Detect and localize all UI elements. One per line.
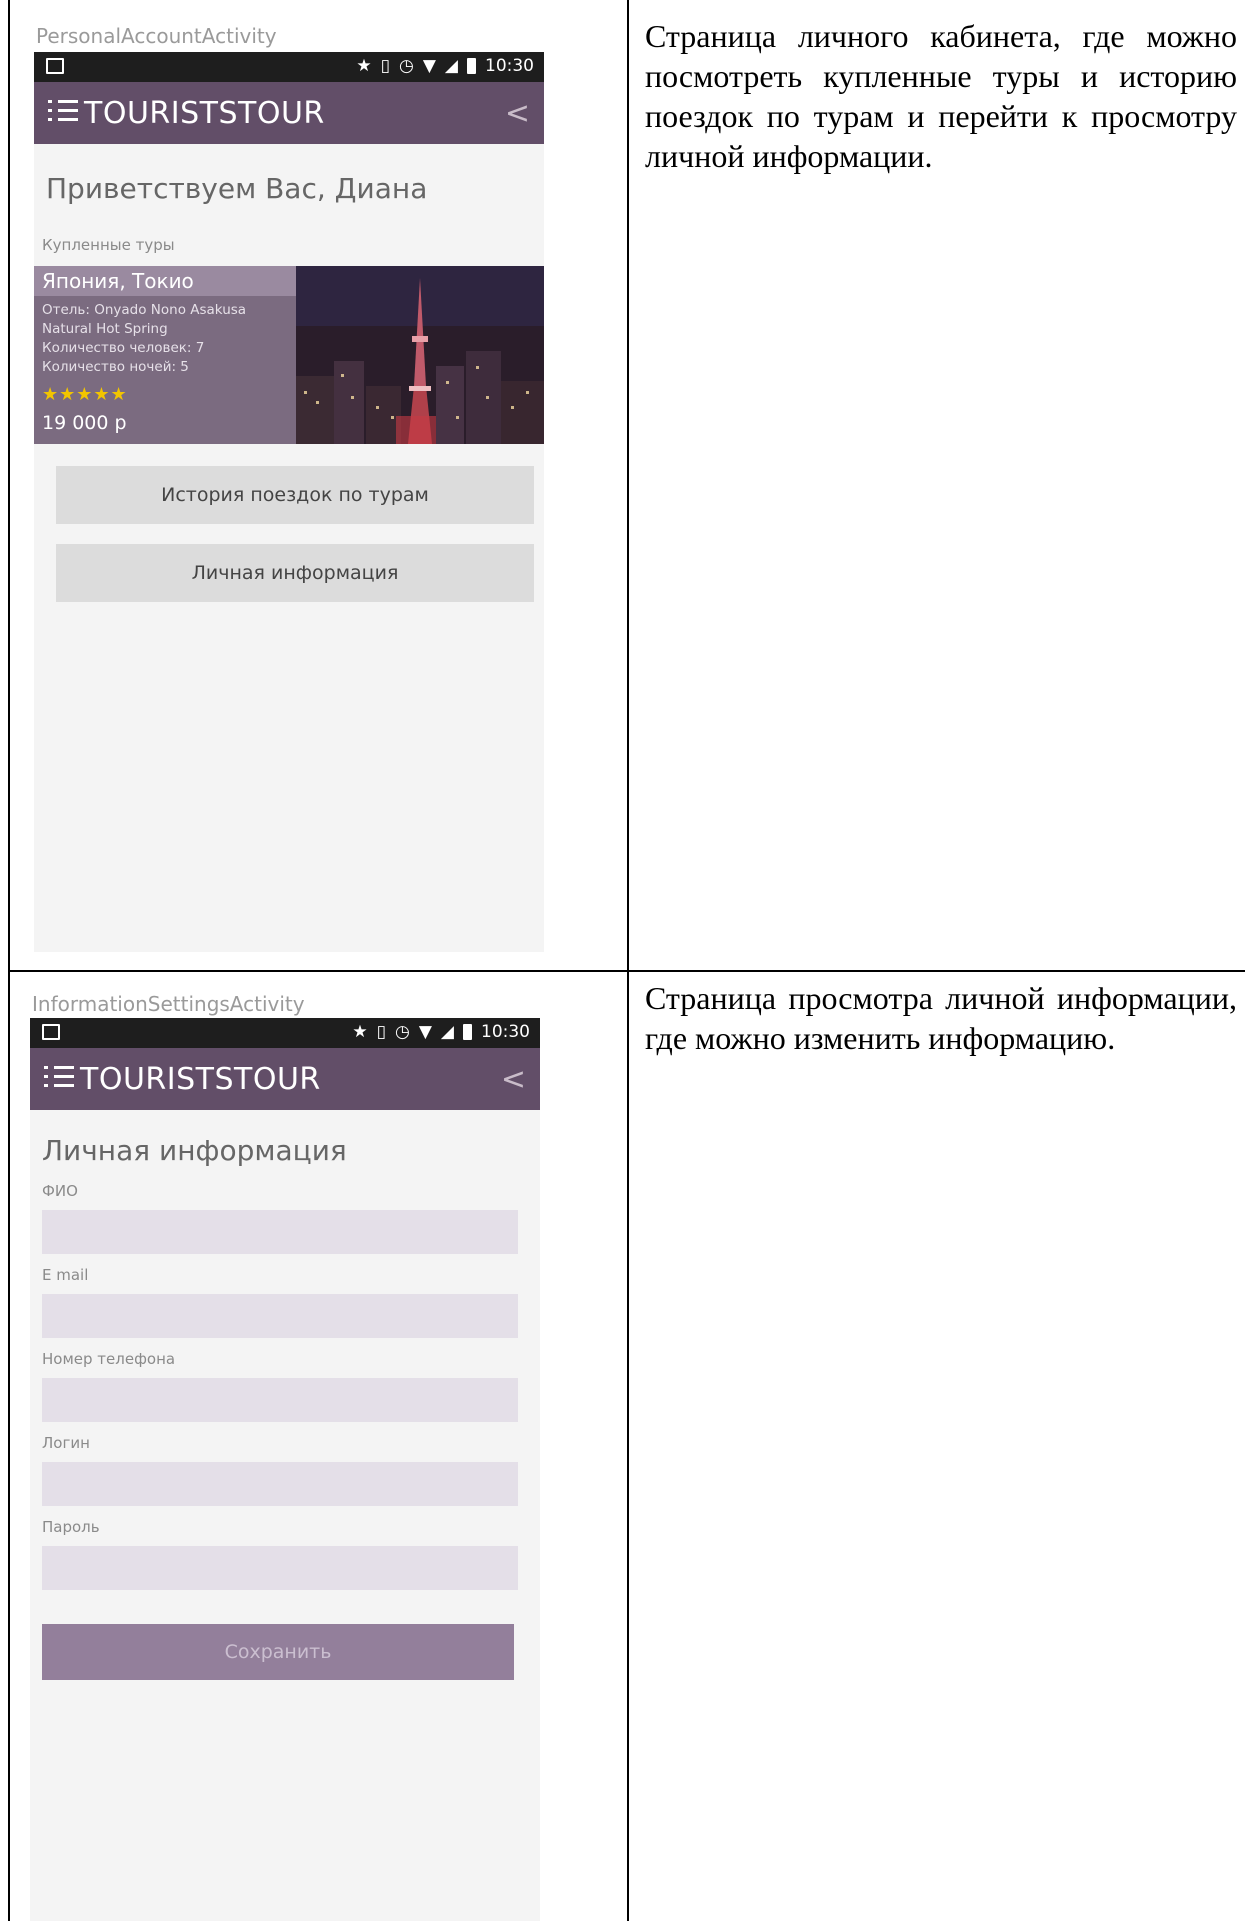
- tour-header: Япония, Токио: [34, 266, 296, 296]
- document-table: Страница личного кабинета, где можно пос…: [0, 0, 1245, 1921]
- password-field[interactable]: [42, 1546, 518, 1590]
- tour-people: Количество человек: 7: [42, 340, 205, 356]
- image-notification-icon: [46, 58, 64, 74]
- star-icon: ★: [352, 1022, 368, 1042]
- tour-card[interactable]: Япония, Токио Отель: Onyado Nono Asakusa…: [34, 266, 544, 444]
- vibrate-icon: ▯: [380, 56, 390, 76]
- purchased-tours-label: Купленные туры: [42, 236, 175, 254]
- wifi-icon: ▼: [418, 1022, 432, 1042]
- status-time: 10:30: [485, 56, 534, 76]
- app-title: TOURISTSTOUR: [80, 1062, 321, 1097]
- activity-name: PersonalAccountActivity: [36, 24, 277, 48]
- image-notification-icon: [42, 1024, 60, 1040]
- tour-hotel-continued: Natural Hot Spring: [42, 321, 168, 337]
- tour-hotel: Отель: Onyado Nono Asakusa: [42, 302, 247, 318]
- app-bar: TOURISTSTOUR <: [34, 82, 544, 144]
- tour-city: Япония, Токио: [42, 269, 194, 293]
- tour-rating-stars: ★★★★★: [42, 384, 128, 404]
- table-border-left: [8, 0, 10, 1921]
- email-field[interactable]: [42, 1294, 518, 1338]
- tokyo-night-photo: [296, 266, 544, 444]
- menu-icon[interactable]: [48, 100, 78, 122]
- tour-info-panel: Япония, Токио Отель: Onyado Nono Asakusa…: [34, 266, 296, 444]
- signal-icon: ◢: [440, 1022, 454, 1042]
- table-column-divider: [627, 0, 629, 1921]
- field-label-email: E mail: [42, 1266, 89, 1284]
- personal-info-button[interactable]: Личная информация: [56, 544, 534, 602]
- tour-price: 19 000 р: [42, 412, 127, 434]
- status-time: 10:30: [481, 1022, 530, 1042]
- field-label-fio: ФИО: [42, 1182, 78, 1200]
- phone-screen-personal-account: ★ ▯ ◷ ▼ ◢ 10:30 TOURISTSTOUR < Приветств…: [34, 52, 544, 952]
- alarm-icon: ◷: [399, 56, 414, 76]
- page-title: Личная информация: [42, 1134, 347, 1167]
- row2-description: Страница просмотра личной информации, гд…: [645, 980, 1237, 1056]
- battery-icon: [463, 1024, 472, 1040]
- fio-field[interactable]: [42, 1210, 518, 1254]
- alarm-icon: ◷: [395, 1022, 410, 1042]
- field-label-login: Логин: [42, 1434, 90, 1452]
- table-row-divider: [8, 970, 1245, 972]
- battery-icon: [467, 58, 476, 74]
- field-label-password: Пароль: [42, 1518, 100, 1536]
- greeting-title: Приветствуем Вас, Диана: [46, 172, 428, 205]
- save-button[interactable]: Сохранить: [42, 1624, 514, 1680]
- status-bar: ★ ▯ ◷ ▼ ◢ 10:30: [34, 52, 544, 82]
- phone-screen-information-settings: ★ ▯ ◷ ▼ ◢ 10:30 TOURISTSTOUR < Личная ин…: [30, 1018, 540, 1921]
- activity-name: InformationSettingsActivity: [32, 992, 305, 1016]
- signal-icon: ◢: [444, 56, 458, 76]
- phone-field[interactable]: [42, 1378, 518, 1422]
- star-icon: ★: [356, 56, 372, 76]
- field-label-phone: Номер телефона: [42, 1350, 176, 1368]
- menu-icon[interactable]: [44, 1066, 74, 1088]
- row1-description: Страница личного кабинета, где можно пос…: [645, 18, 1237, 174]
- app-bar: TOURISTSTOUR <: [30, 1048, 540, 1110]
- vibrate-icon: ▯: [376, 1022, 386, 1042]
- wifi-icon: ▼: [422, 56, 436, 76]
- back-icon[interactable]: <: [505, 96, 530, 131]
- login-field[interactable]: [42, 1462, 518, 1506]
- status-bar: ★ ▯ ◷ ▼ ◢ 10:30: [30, 1018, 540, 1048]
- back-icon[interactable]: <: [501, 1062, 526, 1097]
- tour-nights: Количество ночей: 5: [42, 359, 189, 375]
- trip-history-button[interactable]: История поездок по турам: [56, 466, 534, 524]
- app-title: TOURISTSTOUR: [84, 96, 325, 131]
- tokyo-skyline-illustration: [296, 266, 544, 444]
